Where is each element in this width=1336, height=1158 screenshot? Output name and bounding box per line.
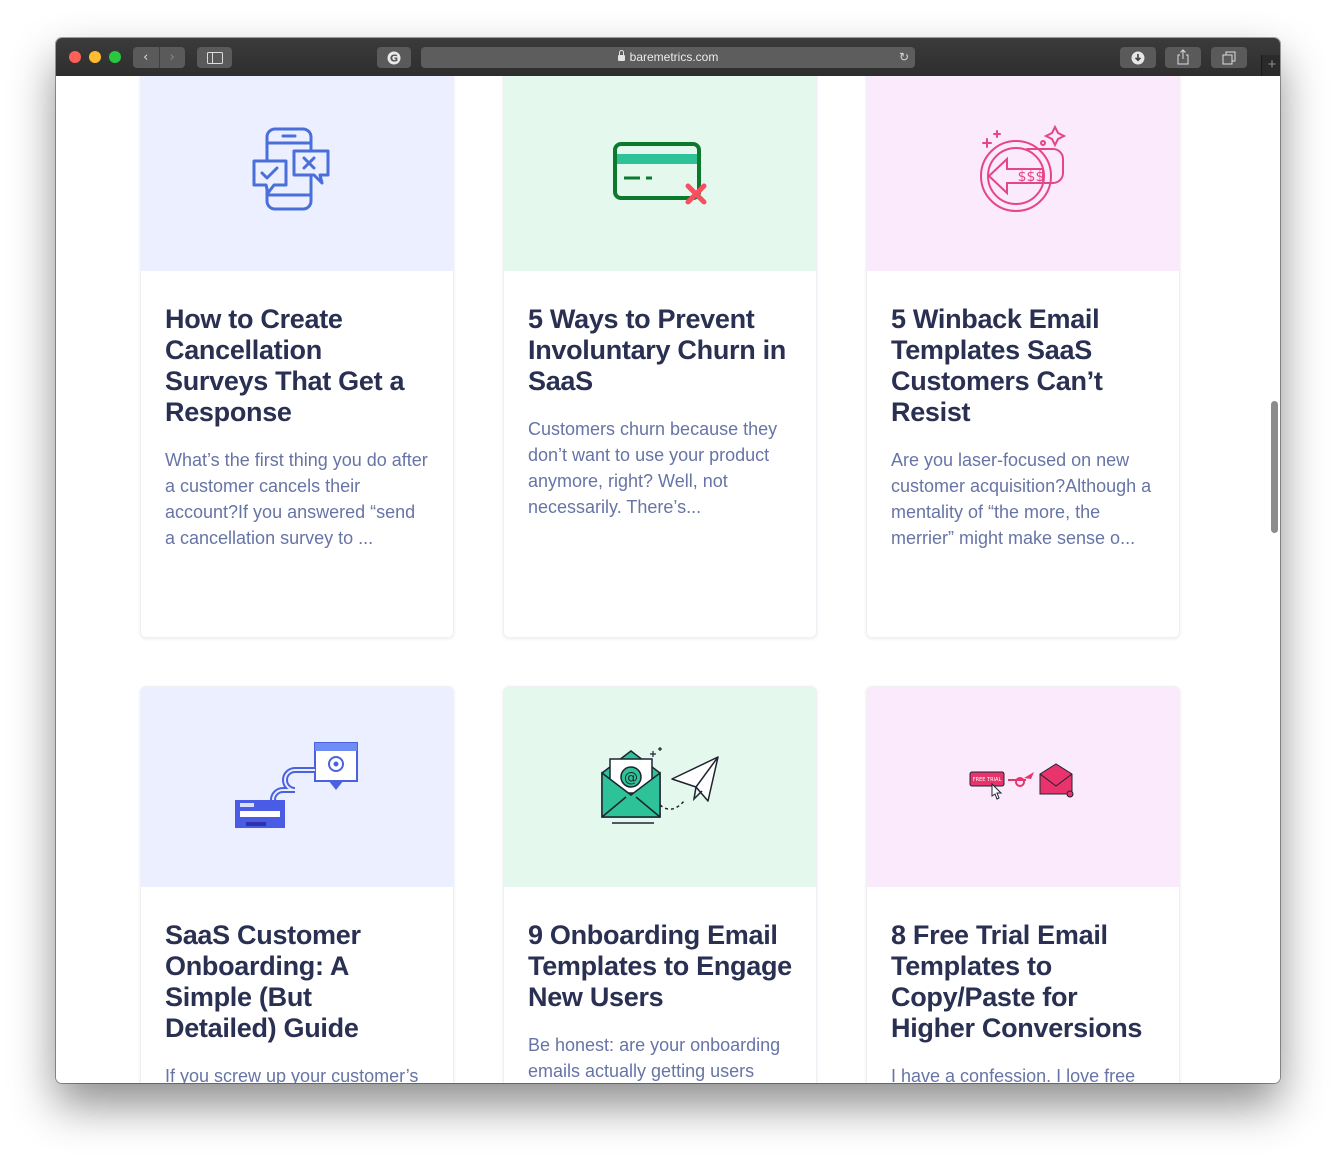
card-excerpt: I have a confession. I love free trials.…: [891, 1066, 1136, 1083]
article-card[interactable]: SaaS Customer Onboarding: A Simple (But …: [140, 686, 454, 1083]
tabs-overview-icon: [1222, 51, 1236, 65]
card-excerpt: Are you laser-focused on new customer ac…: [891, 450, 1152, 548]
extension-button[interactable]: G: [377, 47, 411, 68]
card-image: [141, 687, 453, 887]
card-title[interactable]: How to Create Cancellation Surveys That …: [165, 304, 429, 428]
article-card[interactable]: 5 Ways to Prevent Involuntary Churn in S…: [503, 76, 817, 638]
page-content: How to Create Cancellation Surveys That …: [56, 76, 1280, 1083]
card-image: @: [504, 687, 816, 887]
card-excerpt: What’s the first thing you do after a cu…: [165, 450, 428, 548]
card-excerpt: Be honest: are your onboarding emails ac…: [528, 1035, 781, 1081]
url-text: baremetrics.com: [629, 50, 719, 64]
page-scrollbar[interactable]: [1271, 401, 1278, 533]
close-window-button[interactable]: [69, 51, 81, 63]
card-image: $$$: [867, 76, 1179, 271]
card-title[interactable]: SaaS Customer Onboarding: A Simple (But …: [165, 920, 429, 1044]
downloads-button[interactable]: [1120, 47, 1156, 68]
free-trial-badge: FREE TRIAL: [973, 777, 1002, 783]
sidebar-icon: [206, 52, 223, 64]
chevron-left-icon[interactable]: ‹: [133, 47, 159, 68]
free-trial-email-icon: FREE TRIAL: [969, 763, 1074, 800]
svg-text:G: G: [390, 54, 398, 65]
card-excerpt: If you screw up your customer’s experien…: [165, 1066, 419, 1083]
zoom-window-button[interactable]: [109, 51, 121, 63]
card-title[interactable]: 9 Onboarding Email Templates to Engage N…: [528, 920, 792, 1013]
address-bar[interactable]: baremetrics.com ↻: [421, 47, 915, 68]
sidebar-button[interactable]: [197, 47, 232, 68]
browser-window: ‹ › G baremetrics.com ↻ + How to Create …: [56, 38, 1280, 1083]
chevron-right-icon[interactable]: ›: [158, 47, 186, 68]
card-excerpt: Customers churn because they don’t want …: [528, 419, 778, 517]
minimize-window-button[interactable]: [89, 51, 101, 63]
browser-toolbar: ‹ › G baremetrics.com ↻ +: [56, 38, 1280, 77]
card-image: [141, 76, 453, 271]
reload-icon[interactable]: ↻: [899, 47, 909, 68]
lock-icon: [617, 50, 625, 61]
email-paper-plane-icon: @: [600, 746, 719, 824]
onboarding-flow-icon: [235, 741, 358, 828]
card-title[interactable]: 8 Free Trial Email Templates to Copy/Pas…: [891, 920, 1155, 1044]
declined-card-icon: [613, 142, 707, 205]
svg-text:@: @: [624, 770, 638, 786]
article-card[interactable]: FREE TRIAL 8 Free Trial Email Templates …: [866, 686, 1180, 1083]
card-title[interactable]: 5 Ways to Prevent Involuntary Churn in S…: [528, 304, 792, 397]
card-title[interactable]: 5 Winback Email Templates SaaS Customers…: [891, 304, 1155, 428]
chat-phone-icon: [252, 127, 330, 211]
card-image: FREE TRIAL: [867, 687, 1179, 887]
share-icon: [1177, 49, 1189, 65]
new-tab-button[interactable]: +: [1261, 55, 1280, 76]
card-image: [504, 76, 816, 271]
grammarly-icon: G: [387, 51, 401, 65]
article-card[interactable]: $$$ 5 Winback Email Templates SaaS Custo…: [866, 76, 1180, 638]
history-nav: ‹ ›: [133, 47, 185, 68]
winback-coin-icon: $$$: [980, 124, 1067, 212]
tabs-button[interactable]: [1211, 47, 1247, 68]
share-button[interactable]: [1165, 47, 1201, 68]
svg-text:$$$: $$$: [1018, 169, 1045, 185]
article-card[interactable]: @ 9 Onboarding Email Templates to Engage…: [503, 686, 817, 1083]
article-card[interactable]: How to Create Cancellation Surveys That …: [140, 76, 454, 638]
download-icon: [1131, 51, 1145, 65]
